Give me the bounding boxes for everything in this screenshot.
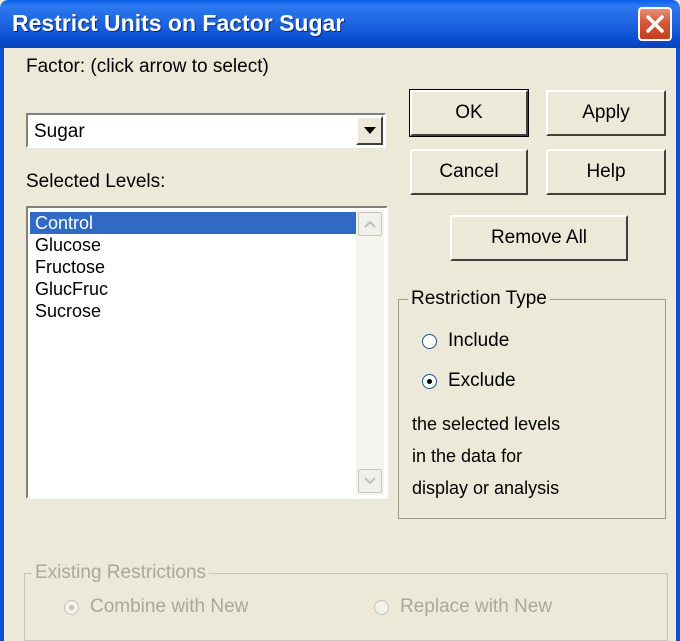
chevron-down-icon bbox=[364, 127, 376, 134]
window-title: Restrict Units on Factor Sugar bbox=[12, 10, 345, 36]
close-icon bbox=[646, 15, 664, 33]
title-bar[interactable]: Restrict Units on Factor Sugar bbox=[0, 0, 680, 48]
help-button[interactable]: Help bbox=[546, 149, 666, 195]
list-item-glucose[interactable]: Glucose bbox=[32, 234, 104, 256]
replace-with-new-label[interactable]: Replace with New bbox=[400, 596, 552, 618]
apply-button[interactable]: Apply bbox=[546, 90, 666, 136]
scroll-down-button[interactable] bbox=[358, 469, 382, 493]
window-frame-right bbox=[676, 48, 680, 641]
exclude-radio[interactable] bbox=[422, 374, 437, 389]
restriction-description-line3: display or analysis bbox=[412, 478, 560, 498]
close-button[interactable] bbox=[638, 7, 672, 41]
remove-all-button[interactable]: Remove All bbox=[450, 215, 628, 261]
levels-listbox[interactable]: Control Glucose Fructose GlucFruc Sucros… bbox=[26, 206, 388, 499]
exclude-label[interactable]: Exclude bbox=[448, 370, 516, 392]
radio-selected-dot bbox=[69, 605, 74, 610]
window-frame-left bbox=[0, 48, 4, 641]
list-item-glucfruc[interactable]: GlucFruc bbox=[32, 278, 111, 300]
scroll-up-button[interactable] bbox=[358, 212, 382, 236]
list-item-control[interactable]: Control bbox=[30, 212, 356, 234]
restriction-description-line1: the selected levels bbox=[412, 414, 561, 434]
ok-button[interactable]: OK bbox=[409, 89, 529, 137]
include-radio[interactable] bbox=[422, 334, 437, 349]
restriction-type-title: Restriction Type bbox=[408, 288, 550, 310]
selected-levels-label: Selected Levels: bbox=[26, 171, 166, 192]
factor-dropdown[interactable]: Sugar bbox=[26, 113, 386, 148]
chevron-down-icon bbox=[364, 477, 376, 485]
radio-selected-dot bbox=[427, 379, 432, 384]
chevron-up-icon bbox=[364, 220, 376, 228]
list-item-fructose[interactable]: Fructose bbox=[32, 256, 108, 278]
cancel-button[interactable]: Cancel bbox=[410, 149, 528, 195]
factor-dropdown-value: Sugar bbox=[34, 121, 85, 142]
replace-with-new-radio[interactable] bbox=[374, 600, 389, 615]
factor-label: Factor: (click arrow to select) bbox=[26, 56, 269, 77]
existing-restrictions-title: Existing Restrictions bbox=[32, 562, 210, 584]
combine-with-new-radio[interactable] bbox=[64, 600, 79, 615]
factor-dropdown-arrow[interactable] bbox=[356, 116, 383, 145]
combine-with-new-label[interactable]: Combine with New bbox=[90, 596, 248, 618]
list-item-sucrose[interactable]: Sucrose bbox=[32, 300, 104, 322]
restriction-description-line2: in the data for bbox=[412, 446, 523, 466]
include-label[interactable]: Include bbox=[448, 330, 509, 352]
vertical-scrollbar[interactable] bbox=[356, 210, 384, 495]
